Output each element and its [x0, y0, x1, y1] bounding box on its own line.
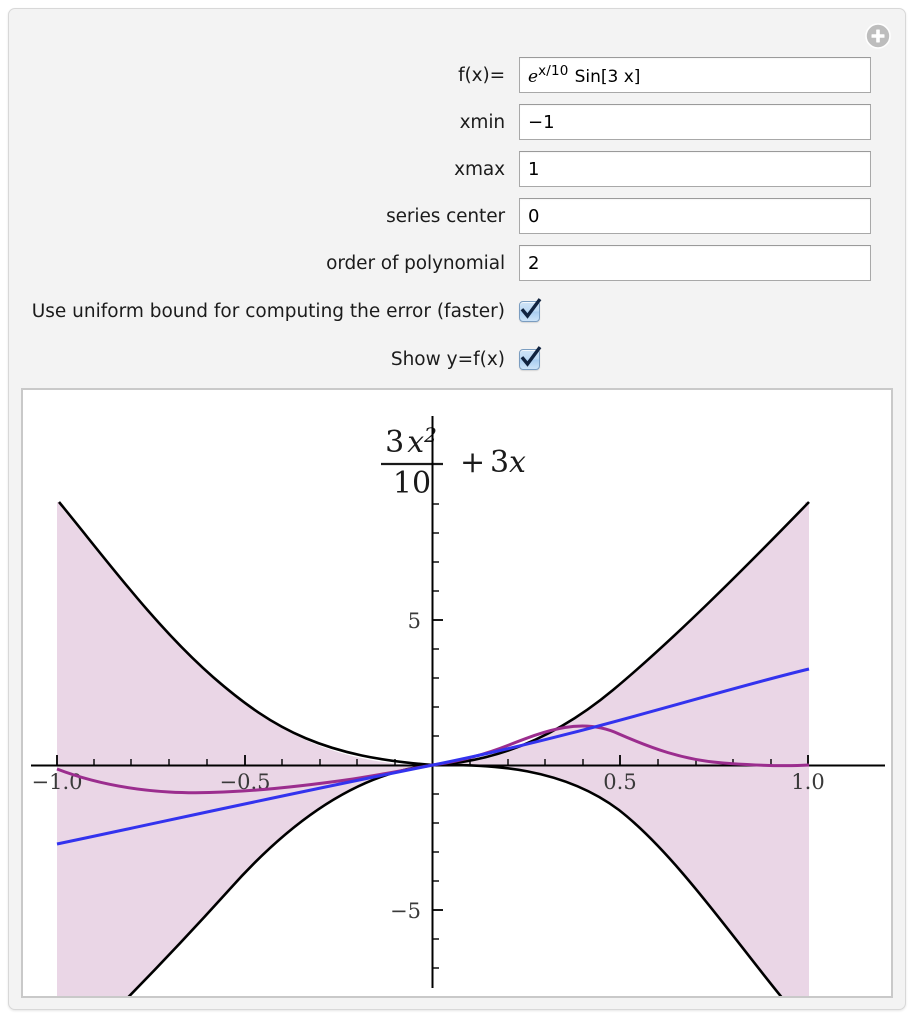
title-denominator: 10	[393, 466, 431, 501]
input-xmin[interactable]: −1	[519, 104, 871, 140]
title-second-coeff: 3	[490, 445, 509, 480]
label-fx: f(x)=	[458, 64, 505, 86]
xtick-label-neg1: −1.0	[32, 770, 83, 794]
plus-circle-icon[interactable]	[865, 23, 891, 49]
title-second-var: x	[509, 445, 526, 480]
input-xmax[interactable]: 1	[519, 151, 871, 187]
control-row-xmin: xmin −1	[9, 103, 887, 141]
taylor-series-plot: 3 x2 10 + 3 x −1.0 −0.5 0.5 1.0 5 −5	[31, 416, 885, 996]
title-operator: +	[460, 445, 485, 480]
input-xmax-value: 1	[528, 158, 540, 180]
label-order-of-polynomial: order of polynomial	[326, 252, 505, 274]
demonstration-frame: f(x)= ex/10 Sin[3 x] xmin −1 xmax 1 serie…	[8, 8, 906, 1010]
checkbox-uniform-bound[interactable]	[519, 297, 542, 322]
title-numerator-var: x	[407, 425, 424, 460]
xtick-label-1: 1.0	[791, 770, 824, 794]
ytick-label-neg5: −5	[390, 899, 421, 923]
label-xmax: xmax	[454, 158, 505, 180]
label-show-y: Show y=f(x)	[390, 348, 505, 370]
xtick-label-0-5: 0.5	[603, 770, 636, 794]
control-row-fx: f(x)= ex/10 Sin[3 x]	[9, 56, 887, 94]
control-row-uniform-bound: Use uniform bound for computing the erro…	[9, 294, 887, 328]
input-series-center-value: 0	[528, 205, 540, 227]
error-band-left-edge	[57, 502, 61, 996]
title-numerator-coeff: 3	[385, 425, 404, 460]
error-band-right-edge	[805, 502, 809, 996]
input-fx-value: ex/10 Sin[3 x]	[528, 63, 640, 87]
label-uniform-bound: Use uniform bound for computing the erro…	[31, 300, 505, 322]
title-numerator-exp: 2	[423, 423, 437, 447]
input-xmin-value: −1	[528, 111, 555, 133]
checkmark-icon	[520, 297, 542, 319]
y-minor-ticks	[433, 503, 439, 969]
checkmark-icon	[520, 345, 542, 367]
control-row-series-center: series center 0	[9, 197, 887, 235]
plot-title: 3 x2 10 + 3 x	[381, 423, 526, 501]
expr-exponent: x/10	[538, 63, 569, 79]
label-xmin: xmin	[459, 111, 506, 133]
ytick-label-5: 5	[408, 609, 421, 633]
control-row-xmax: xmax 1	[9, 150, 887, 188]
input-series-center[interactable]: 0	[519, 198, 871, 234]
label-series-center: series center	[386, 205, 505, 227]
control-row-order: order of polynomial 2	[9, 244, 887, 282]
input-fx[interactable]: ex/10 Sin[3 x]	[519, 57, 871, 93]
title-numerator: 3 x2	[385, 423, 437, 460]
input-order-of-polynomial[interactable]: 2	[519, 245, 871, 281]
input-order-value: 2	[528, 252, 540, 274]
expr-sin-term: Sin[3 x]	[574, 67, 641, 87]
expr-base-e: e	[528, 67, 539, 87]
plot-panel: 3 x2 10 + 3 x −1.0 −0.5 0.5 1.0 5 −5	[21, 388, 893, 998]
checkbox-show-y[interactable]	[519, 345, 542, 370]
controls-panel: f(x)= ex/10 Sin[3 x] xmin −1 xmax 1 serie…	[9, 9, 905, 383]
control-row-show-y: Show y=f(x)	[9, 342, 887, 376]
